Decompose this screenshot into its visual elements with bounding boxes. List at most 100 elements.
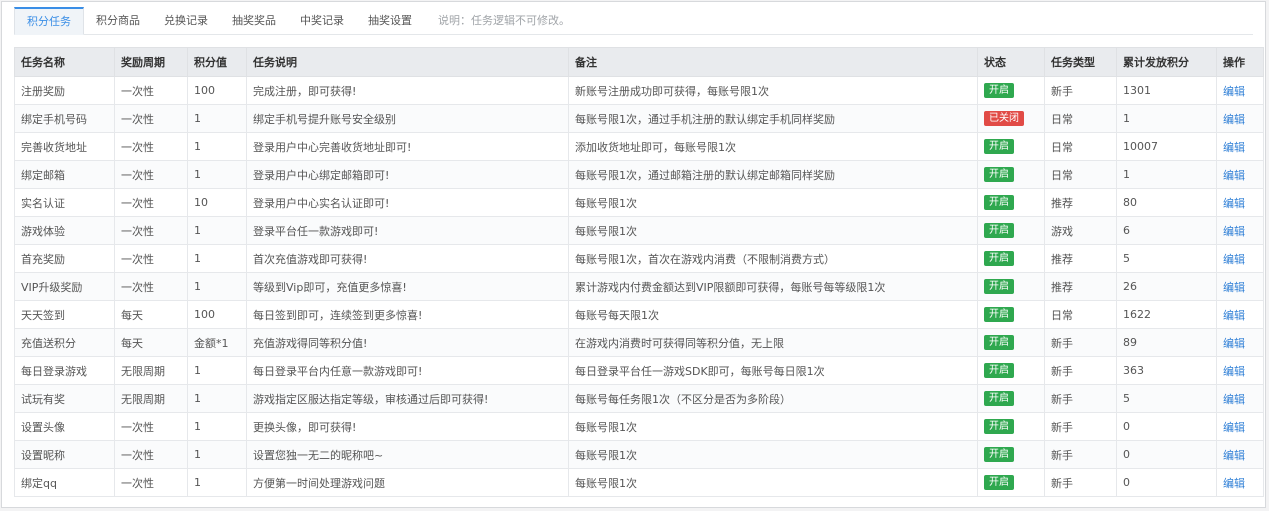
- status-badge: 开启: [984, 335, 1014, 350]
- task-type-cell: 新手: [1044, 412, 1117, 441]
- task-table-container: 任务名称 奖励周期 积分值 任务说明 备注 状态 任务类型 累计发放积分 操作 …: [14, 47, 1264, 497]
- task-description-cell: 游戏指定区服达指定等级，审核通过后即可获得!: [246, 384, 569, 413]
- tab-winning-records[interactable]: 中奖记录: [288, 8, 356, 34]
- task-description-cell: 完成注册，即可获得!: [246, 76, 569, 105]
- edit-link[interactable]: 编辑: [1223, 477, 1245, 490]
- total-points-cell: 26: [1116, 272, 1217, 301]
- col-remark[interactable]: 备注: [568, 47, 978, 77]
- actions-cell: 编辑: [1216, 412, 1264, 441]
- task-type-cell: 日常: [1044, 160, 1117, 189]
- task-type-cell: 新手: [1044, 328, 1117, 357]
- col-task-name[interactable]: 任务名称: [14, 47, 115, 77]
- edit-link[interactable]: 编辑: [1223, 85, 1245, 98]
- task-name-cell: 试玩有奖: [14, 384, 115, 413]
- task-description-cell: 登录用户中心绑定邮箱即可!: [246, 160, 569, 189]
- reward-period-cell: 每天: [114, 300, 188, 329]
- status-cell: 开启: [977, 300, 1045, 329]
- remark-cell: 每日登录平台任一游戏SDK即可，每账号每日限1次: [568, 356, 978, 385]
- actions-cell: 编辑: [1216, 160, 1264, 189]
- reward-period-cell: 一次性: [114, 132, 188, 161]
- edit-link[interactable]: 编辑: [1223, 309, 1245, 322]
- edit-link[interactable]: 编辑: [1223, 421, 1245, 434]
- status-cell: 开启: [977, 160, 1045, 189]
- total-points-cell: 363: [1116, 356, 1217, 385]
- points-value-cell: 1: [187, 216, 247, 245]
- total-points-cell: 0: [1116, 440, 1217, 469]
- reward-period-cell: 一次性: [114, 216, 188, 245]
- status-cell: 开启: [977, 132, 1045, 161]
- status-cell: 开启: [977, 216, 1045, 245]
- actions-cell: 编辑: [1216, 244, 1264, 273]
- col-task-type[interactable]: 任务类型: [1044, 47, 1117, 77]
- task-name-cell: 实名认证: [14, 188, 115, 217]
- reward-period-cell: 每天: [114, 328, 188, 357]
- tab-lottery-prizes[interactable]: 抽奖奖品: [220, 8, 288, 34]
- col-task-description[interactable]: 任务说明: [246, 47, 569, 77]
- task-description-cell: 绑定手机号提升账号安全级别: [246, 104, 569, 133]
- remark-cell: 每账号限1次: [568, 468, 978, 497]
- status-badge: 开启: [984, 139, 1014, 154]
- status-cell: 开启: [977, 76, 1045, 105]
- edit-link[interactable]: 编辑: [1223, 393, 1245, 406]
- total-points-cell: 5: [1116, 244, 1217, 273]
- status-cell: 开启: [977, 244, 1045, 273]
- tab-points-tasks[interactable]: 积分任务: [14, 7, 84, 35]
- edit-link[interactable]: 编辑: [1223, 197, 1245, 210]
- status-cell: 开启: [977, 440, 1045, 469]
- remark-cell: 添加收货地址即可，每账号限1次: [568, 132, 978, 161]
- status-badge: 开启: [984, 391, 1014, 406]
- total-points-cell: 6: [1116, 216, 1217, 245]
- edit-link[interactable]: 编辑: [1223, 337, 1245, 350]
- task-name-cell: 充值送积分: [14, 328, 115, 357]
- task-type-cell: 游戏: [1044, 216, 1117, 245]
- task-name-cell: 绑定qq: [14, 468, 115, 497]
- col-total-points[interactable]: 累计发放积分: [1116, 47, 1217, 77]
- remark-cell: 每账号限1次，通过手机注册的默认绑定手机同样奖励: [568, 104, 978, 133]
- reward-period-cell: 一次性: [114, 104, 188, 133]
- status-cell: 开启: [977, 412, 1045, 441]
- task-type-cell: 新手: [1044, 468, 1117, 497]
- actions-cell: 编辑: [1216, 272, 1264, 301]
- edit-link[interactable]: 编辑: [1223, 169, 1245, 182]
- task-name-cell: 绑定手机号码: [14, 104, 115, 133]
- tab-lottery-settings[interactable]: 抽奖设置: [356, 8, 424, 34]
- edit-link[interactable]: 编辑: [1223, 113, 1245, 126]
- actions-cell: 编辑: [1216, 328, 1264, 357]
- col-status[interactable]: 状态: [977, 47, 1045, 77]
- reward-period-cell: 一次性: [114, 160, 188, 189]
- col-reward-period[interactable]: 奖励周期: [114, 47, 188, 77]
- total-points-cell: 80: [1116, 188, 1217, 217]
- task-description-cell: 每日签到即可，连续签到更多惊喜!: [246, 300, 569, 329]
- tab-points-goods[interactable]: 积分商品: [84, 8, 152, 34]
- edit-link[interactable]: 编辑: [1223, 253, 1245, 266]
- task-type-cell: 日常: [1044, 104, 1117, 133]
- status-badge: 开启: [984, 419, 1014, 434]
- task-name-cell: VIP升级奖励: [14, 272, 115, 301]
- points-value-cell: 1: [187, 160, 247, 189]
- actions-cell: 编辑: [1216, 188, 1264, 217]
- edit-link[interactable]: 编辑: [1223, 281, 1245, 294]
- remark-cell: 每账号限1次: [568, 440, 978, 469]
- edit-link[interactable]: 编辑: [1223, 449, 1245, 462]
- status-badge: 开启: [984, 447, 1014, 462]
- tab-redeem-records[interactable]: 兑换记录: [152, 8, 220, 34]
- col-points-value[interactable]: 积分值: [187, 47, 247, 77]
- table-row: 绑定qq 一次性 1 方便第一时间处理游戏问题 每账号限1次 开启 新手 0 编辑: [14, 468, 1264, 497]
- remark-cell: 新账号注册成功即可获得，每账号限1次: [568, 76, 978, 105]
- status-badge: 开启: [984, 167, 1014, 182]
- status-cell: 开启: [977, 188, 1045, 217]
- task-name-cell: 注册奖励: [14, 76, 115, 105]
- remark-cell: 每账号限1次，通过邮箱注册的默认绑定邮箱同样奖励: [568, 160, 978, 189]
- status-badge: 开启: [984, 223, 1014, 238]
- table-row: 首充奖励 一次性 1 首次充值游戏即可获得! 每账号限1次，首次在游戏内消费（不限制消费…: [14, 244, 1264, 273]
- task-description-cell: 每日登录平台内任意一款游戏即可!: [246, 356, 569, 385]
- status-cell: 开启: [977, 272, 1045, 301]
- reward-period-cell: 一次性: [114, 188, 188, 217]
- edit-link[interactable]: 编辑: [1223, 141, 1245, 154]
- points-value-cell: 1: [187, 384, 247, 413]
- table-row: 试玩有奖 无限周期 1 游戏指定区服达指定等级，审核通过后即可获得! 每账号每任务限1次…: [14, 384, 1264, 413]
- actions-cell: 编辑: [1216, 440, 1264, 469]
- edit-link[interactable]: 编辑: [1223, 225, 1245, 238]
- edit-link[interactable]: 编辑: [1223, 365, 1245, 378]
- total-points-cell: 0: [1116, 412, 1217, 441]
